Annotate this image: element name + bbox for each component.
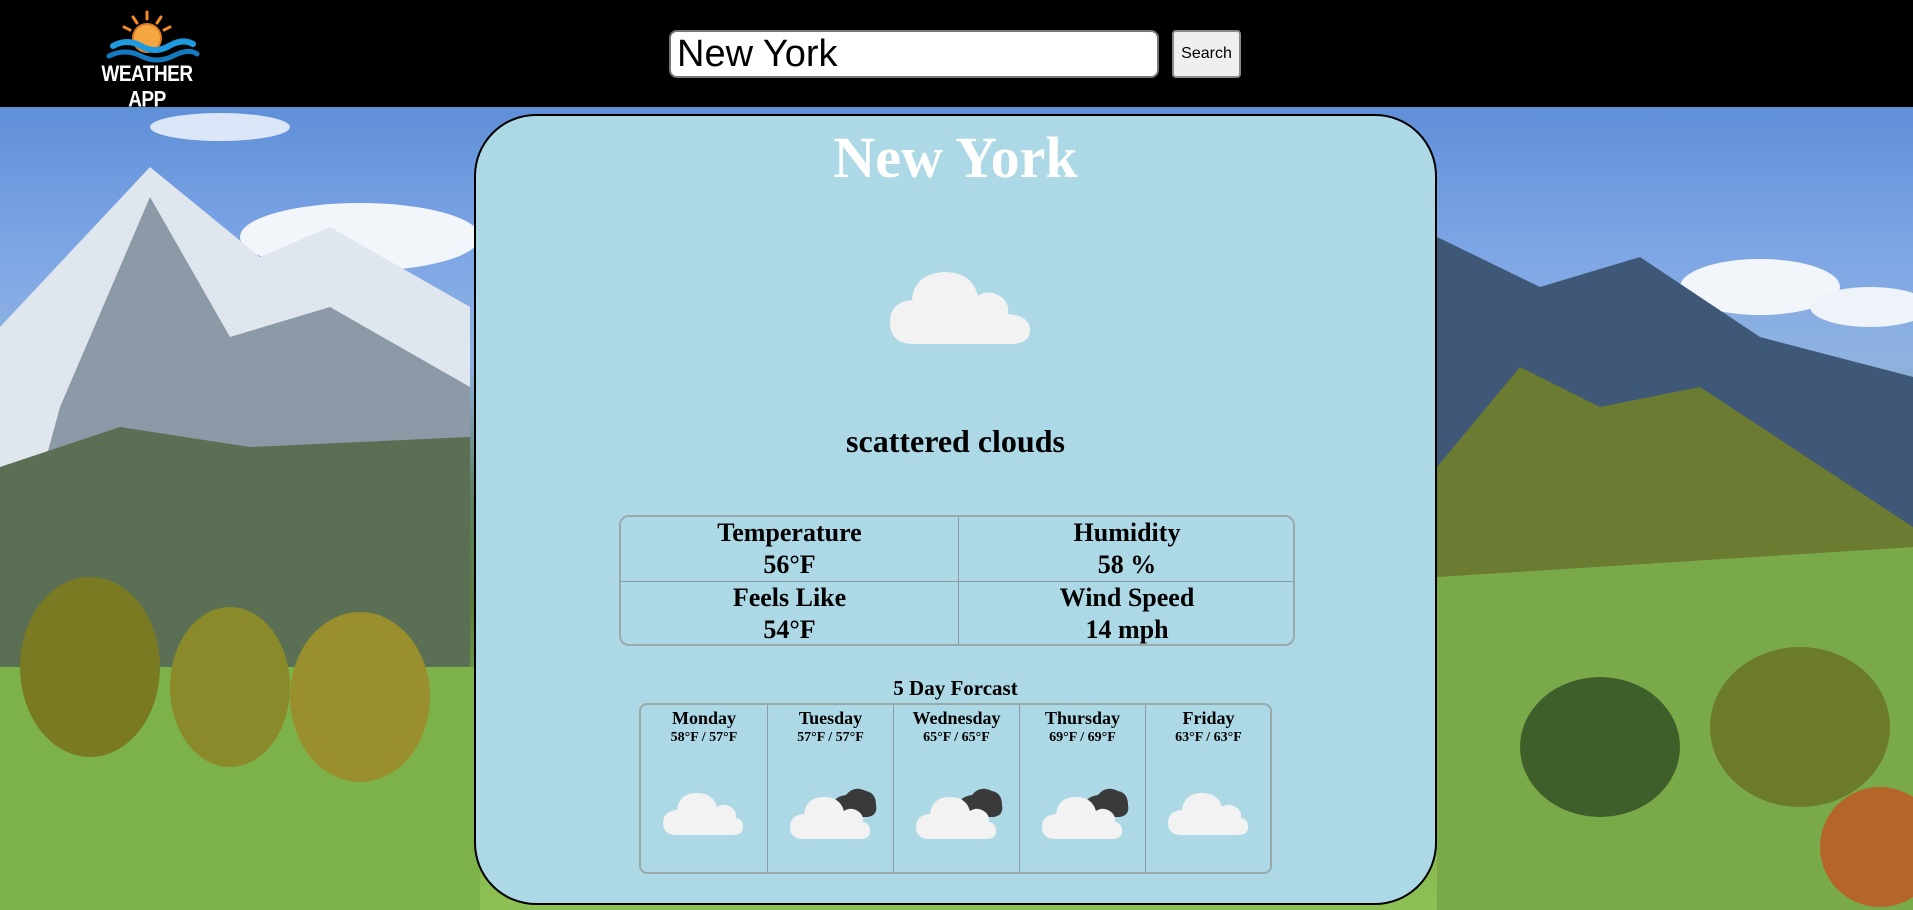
humidity-cell: Humidity 58 %	[958, 517, 1293, 581]
forecast-day-name: Thursday	[1044, 708, 1121, 728]
wind-speed-value: 14 mph	[1085, 615, 1169, 644]
wind-speed-cell: Wind Speed 14 mph	[958, 581, 1293, 644]
forecast-title: 5 Day Forcast	[893, 676, 1018, 700]
city-name: New York	[833, 125, 1078, 190]
wind-speed-label: Wind Speed	[1059, 583, 1195, 612]
forecast-day-name: Wednesday	[912, 708, 1001, 728]
weather-description: scattered clouds	[846, 423, 1065, 459]
forecast-day-thursday: Thursday 69°F / 69°F	[1019, 705, 1145, 872]
humidity-label: Humidity	[1073, 518, 1181, 547]
feels-like-cell: Feels Like 54°F	[621, 581, 958, 644]
forecast-day-name: Monday	[671, 708, 736, 728]
forecast-temps: 65°F / 65°F	[923, 730, 990, 745]
app-logo[interactable]: WEATHER APP	[93, 8, 201, 112]
forecast-temps: 58°F / 57°F	[670, 730, 738, 745]
forecast-day-wednesday: Wednesday 65°F / 65°F	[893, 705, 1019, 872]
weather-card: New York scattered clouds Temperature 56…	[474, 114, 1437, 905]
city-search-input[interactable]	[669, 30, 1159, 78]
forecast-day-name: Friday	[1182, 708, 1235, 728]
broken-clouds-icon	[916, 788, 1003, 839]
temperature-label: Temperature	[717, 518, 862, 547]
stats-table: Temperature 56°F Humidity 58 % Feels Lik…	[619, 515, 1295, 646]
cloud-icon	[663, 793, 743, 835]
humidity-value: 58 %	[1097, 550, 1157, 579]
cloud-icon	[890, 272, 1030, 344]
forecast-day-tuesday: Tuesday 57°F / 57°F	[767, 705, 893, 872]
temperature-cell: Temperature 56°F	[621, 517, 958, 581]
forecast-table: Monday 58°F / 57°F Tuesday 57°F / 57°F W…	[639, 703, 1272, 874]
forecast-day-name: Tuesday	[798, 708, 863, 728]
feels-like-label: Feels Like	[732, 583, 847, 612]
forecast-temps: 63°F / 63°F	[1175, 730, 1242, 745]
forecast-temps: 57°F / 57°F	[797, 730, 864, 745]
cloud-icon	[1168, 793, 1248, 835]
logo-text: WEATHER APP	[101, 62, 193, 113]
forecast-temps: 69°F / 69°F	[1049, 730, 1116, 745]
sun-waves-icon	[106, 10, 200, 63]
temperature-value: 56°F	[763, 550, 816, 579]
forecast-day-friday: Friday 63°F / 63°F	[1145, 705, 1270, 872]
broken-clouds-icon	[790, 788, 877, 839]
header-bar: WEATHER APP Search	[0, 0, 1913, 112]
feels-like-value: 54°F	[763, 615, 816, 644]
broken-clouds-icon	[1042, 788, 1129, 839]
search-button[interactable]: Search	[1172, 30, 1241, 78]
forecast-day-monday: Monday 58°F / 57°F	[641, 705, 767, 872]
